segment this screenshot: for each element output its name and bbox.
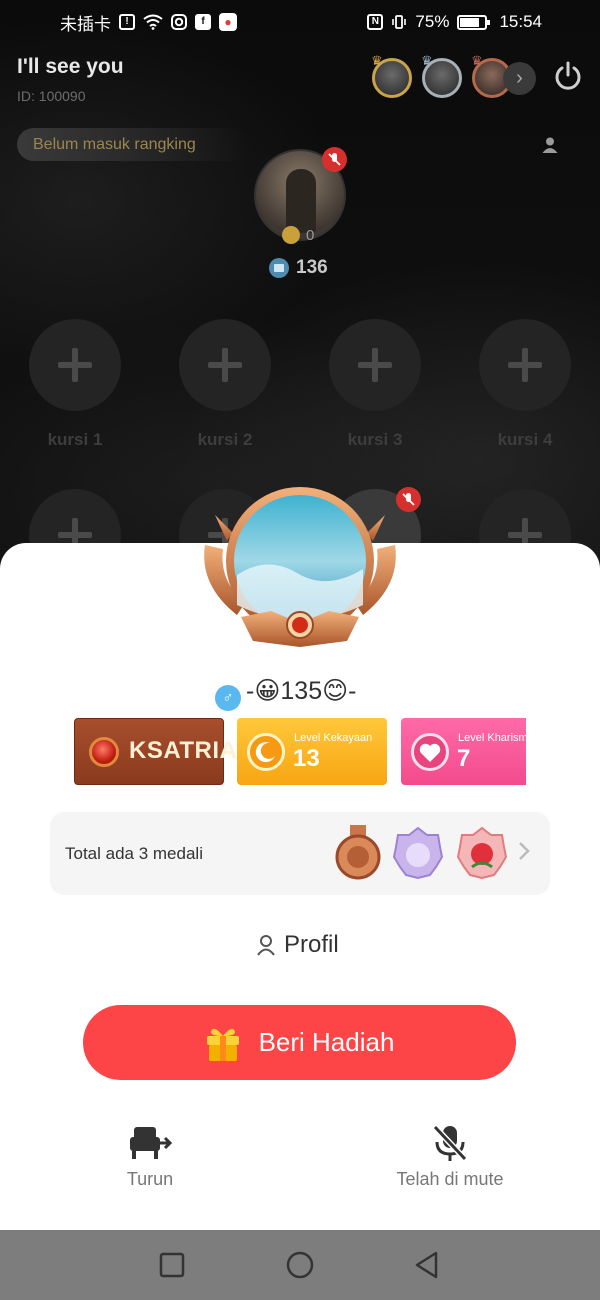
leave-seat-icon [130,1127,172,1159]
battery-icon [457,14,491,30]
mic-off-icon [432,1124,468,1162]
battery-percent: 75% [415,12,450,31]
home-icon [269,258,289,278]
mic-off-icon [328,153,341,166]
seat-1[interactable] [29,319,121,411]
status-bar: 未插卡 ! f ● N 75% 15:54 [0,0,600,44]
back-icon[interactable] [412,1250,442,1280]
nfc-icon: N [367,14,384,30]
exit-power-button[interactable] [552,60,584,92]
charm-level-label: Level Kharisma [458,732,526,744]
power-icon [555,61,581,90]
clock: 15:54 [499,12,542,31]
host-score-value: 0 [306,226,315,244]
seat-4[interactable] [479,319,571,411]
gender-male-icon: ♂ [215,685,241,711]
host-score: 0 [282,226,314,244]
room-online-count: 136 [269,257,328,279]
profile-avatar-frame[interactable] [197,485,403,657]
contributor-avatar-2[interactable]: ♛ [421,53,462,98]
ksatria-badge[interactable]: KSATRIA [74,718,237,785]
seat-2[interactable] [179,319,271,411]
room-members-button[interactable] [541,136,559,154]
profile-link-label: Profil [284,931,339,958]
vibrate-icon [391,14,407,30]
crown-icon: ♛ [421,53,433,68]
level-badges: KSATRIA Level Kekayaan 13 Level Kharisma… [74,718,526,785]
medals-count-text: Total ada 3 medali [65,844,203,863]
contributor-avatar-1[interactable]: ♛ [371,53,412,98]
wealth-level-value: 13 [293,745,320,772]
chevron-right-icon [519,842,530,860]
flower-icon [282,226,300,244]
avatar-laurel-frame [204,487,396,647]
medals-row[interactable]: Total ada 3 medali [50,812,550,895]
instagram-icon [171,14,187,30]
gem-icon [89,737,119,767]
seat-3[interactable] [329,319,421,411]
heart-icon [411,733,449,771]
recent-apps-icon[interactable] [157,1250,187,1280]
more-contributors-button[interactable]: › [503,62,536,95]
rose-medal-icon [456,826,508,880]
silver-medal-icon [392,826,444,880]
facebook-icon: f [195,14,211,30]
seat-label: kursi 3 [347,430,403,449]
seat-label: kursi 1 [47,430,103,449]
seat-label: kursi 4 [497,430,553,449]
wealth-level-label: Level Kekayaan [294,732,373,744]
charm-level-badge[interactable]: Level Kharisma 7 [401,718,526,785]
seat-label: kursi 2 [197,430,253,449]
online-count-value: 136 [296,257,328,278]
bronze-medal-icon [335,825,381,880]
leave-seat-label: Turun [126,1169,174,1189]
send-gift-label: Beri Hadiah [258,1027,395,1057]
gift-icon [206,1028,239,1061]
room-title: I'll see you [17,55,124,78]
profile-link[interactable]: Profil [256,931,339,959]
user-nickname: -😀135😊- [246,677,357,705]
send-gift-button[interactable]: Beri Hadiah [83,1005,516,1080]
wealth-level-badge[interactable]: Level Kekayaan 13 [237,718,387,785]
leave-seat-button[interactable]: Turun [75,1123,225,1190]
person-icon [257,935,275,956]
crown-icon: ♛ [471,53,483,68]
wifi-icon [143,14,163,30]
mute-button[interactable]: Telah di mute [375,1123,525,1190]
system-nav-bar [0,1230,600,1300]
sim-alert-icon: ! [119,14,135,30]
room-id: ID: 100090 [17,88,86,104]
ksatria-label: KSATRIA [129,737,238,764]
host-mute-badge [322,147,347,172]
charm-level-value: 7 [457,745,471,772]
home-button-icon[interactable] [285,1250,315,1280]
moon-icon [247,733,285,771]
mute-label: Telah di mute [396,1169,504,1189]
user-icon [542,137,558,153]
top-contributors[interactable]: ♛ ♛ ♛ [371,53,512,98]
app-notification-icon: ● [219,13,237,31]
ranking-pill[interactable]: Belum masuk rangking [17,128,247,161]
crown-icon: ♛ [371,53,383,68]
carrier-text: 未插卡 [60,14,111,34]
